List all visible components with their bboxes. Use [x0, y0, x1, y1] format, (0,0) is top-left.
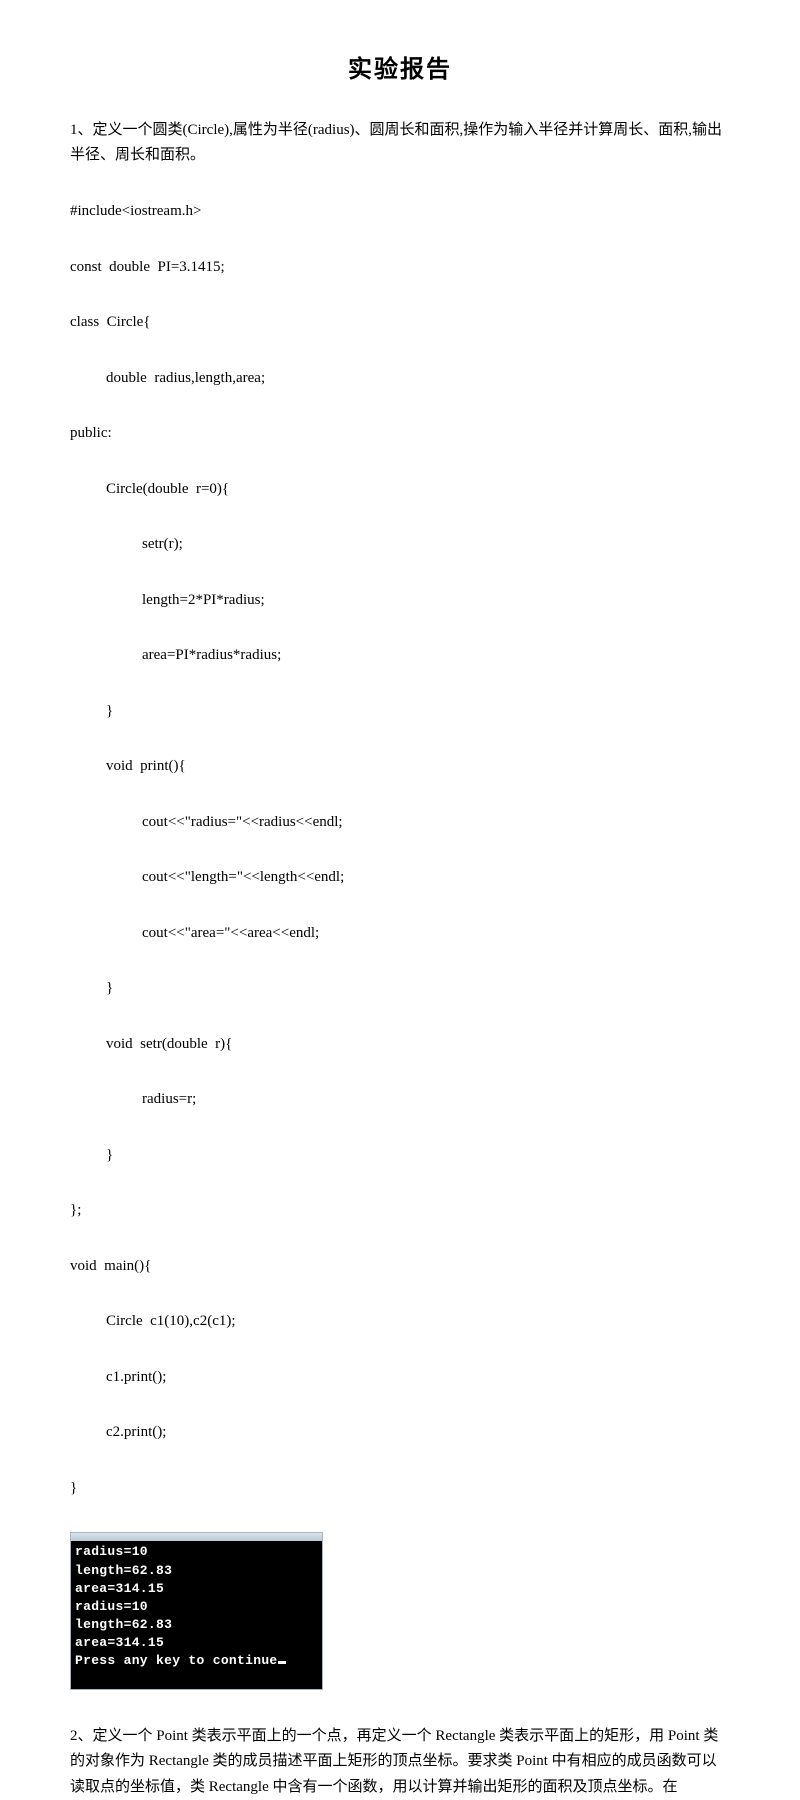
code-line: c1.print();: [70, 1364, 730, 1392]
code-line: area=PI*radius*radius;: [70, 642, 730, 670]
console-output-screenshot: radius=10 length=62.83 area=314.15 radiu…: [70, 1532, 323, 1689]
code-line: c2.print();: [70, 1419, 730, 1447]
code-line: Circle c1(10),c2(c1);: [70, 1308, 730, 1336]
code-line: void print(){: [70, 753, 730, 781]
code-line: #include<iostream.h>: [70, 198, 730, 226]
code-line: }: [70, 1142, 730, 1170]
cursor-icon: [278, 1661, 286, 1664]
code-line: class Circle{: [70, 309, 730, 337]
console-line: area=314.15: [75, 1635, 164, 1650]
code-line: length=2*PI*radius;: [70, 587, 730, 615]
console-line: radius=10: [75, 1599, 148, 1614]
code-line: setr(r);: [70, 531, 730, 559]
problem-2-text: 2、定义一个 Point 类表示平面上的一个点，再定义一个 Rectangle …: [70, 1724, 730, 1800]
code-line: Circle(double r=0){: [70, 476, 730, 504]
console-body: radius=10 length=62.83 area=314.15 radiu…: [71, 1541, 322, 1688]
console-line: radius=10: [75, 1544, 148, 1559]
console-line: length=62.83: [75, 1617, 172, 1632]
code-line: double radius,length,area;: [70, 365, 730, 393]
code-line: void setr(double r){: [70, 1031, 730, 1059]
code-line: }: [70, 698, 730, 726]
code-line: void main(){: [70, 1253, 730, 1281]
code-line: cout<<"length="<<length<<endl;: [70, 864, 730, 892]
code-line: cout<<"radius="<<radius<<endl;: [70, 809, 730, 837]
console-line: Press any key to continue: [75, 1653, 278, 1668]
code-block-1: #include<iostream.h> const double PI=3.1…: [70, 171, 730, 1531]
code-line: };: [70, 1197, 730, 1225]
page-title: 实验报告: [70, 48, 730, 94]
console-titlebar: [71, 1533, 322, 1541]
code-line: }: [70, 1475, 730, 1503]
code-line: cout<<"area="<<area<<endl;: [70, 920, 730, 948]
console-line: length=62.83: [75, 1563, 172, 1578]
problem-1-text: 1、定义一个圆类(Circle),属性为半径(radius)、圆周长和面积,操作…: [70, 118, 730, 169]
code-line: }: [70, 975, 730, 1003]
code-line: public:: [70, 420, 730, 448]
console-line: area=314.15: [75, 1581, 164, 1596]
code-line: const double PI=3.1415;: [70, 254, 730, 282]
